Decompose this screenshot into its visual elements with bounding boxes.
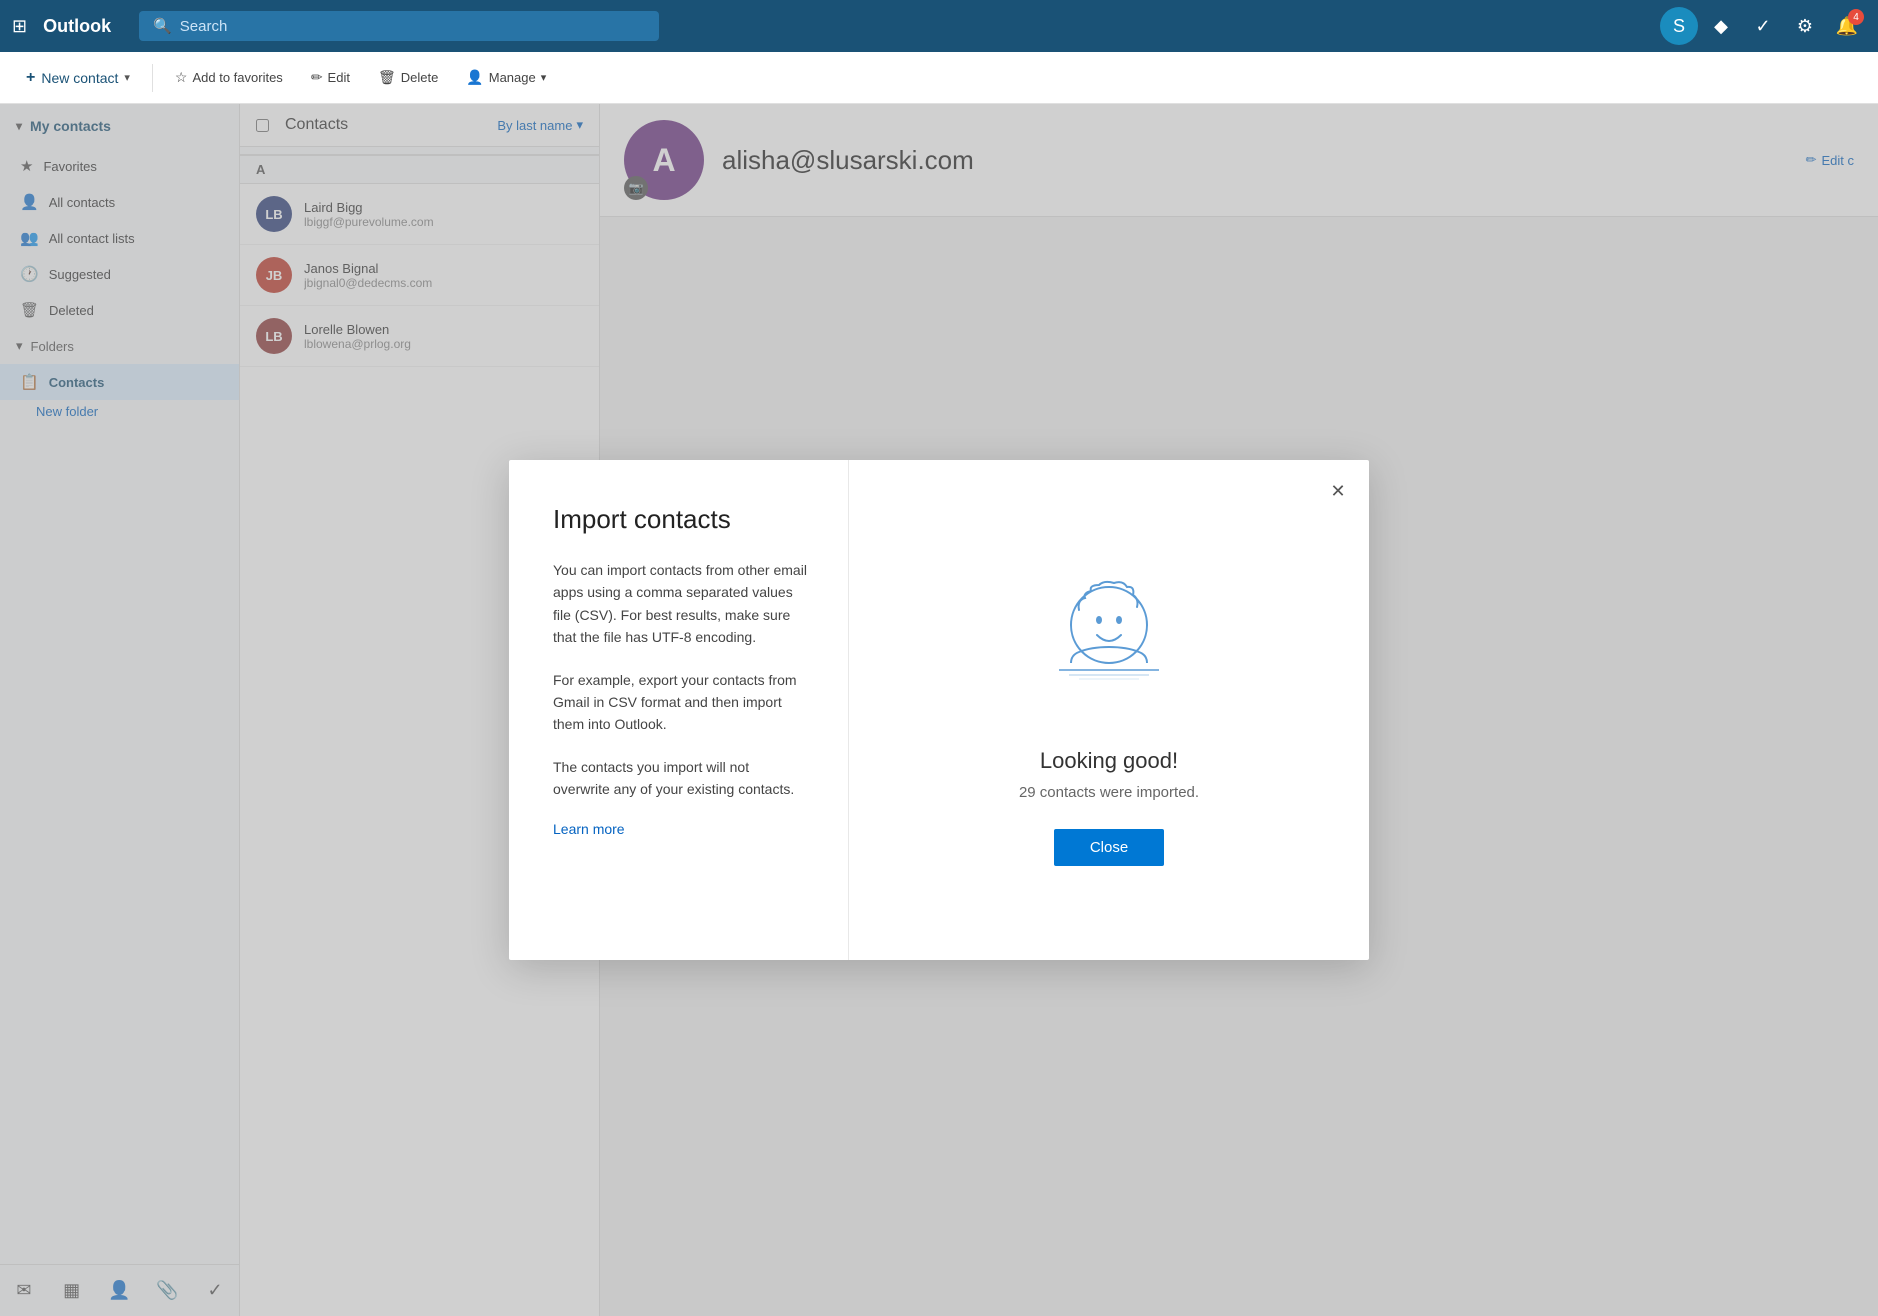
search-icon: 🔍 <box>153 17 172 35</box>
skype-icon-btn[interactable]: S <box>1660 7 1698 45</box>
success-illustration <box>1009 555 1209 720</box>
manage-label: Manage <box>489 70 536 85</box>
topbar: ⊞ Outlook 🔍 S ◆ ✓ ⚙ 🔔 4 <box>0 0 1878 52</box>
close-icon: ✕ <box>1330 481 1345 502</box>
new-contact-button[interactable]: + New contact ▾ <box>16 63 140 93</box>
main-layout: ▾ My contacts ★ Favorites 👤 All contacts… <box>0 104 1878 1316</box>
plus-icon: + <box>26 69 35 87</box>
import-contacts-modal: ✕ Import contacts You can import contact… <box>509 460 1369 960</box>
modal-right-panel: Looking good! 29 contacts were imported.… <box>849 460 1369 960</box>
edit-icon: ✏ <box>311 69 323 86</box>
star-icon: ☆ <box>175 69 188 86</box>
notification-badge: 4 <box>1848 9 1864 25</box>
search-input[interactable] <box>180 18 620 35</box>
checkmark-icon-btn[interactable]: ✓ <box>1744 7 1782 45</box>
trash-icon: 🗑 <box>378 69 396 86</box>
modal-title: Import contacts <box>553 504 808 535</box>
topbar-icons: S ◆ ✓ ⚙ 🔔 4 <box>1660 7 1866 45</box>
modal-close-button[interactable]: ✕ <box>1323 476 1353 506</box>
delete-button[interactable]: 🗑 Delete <box>368 64 448 91</box>
modal-body-1: You can import contacts from other email… <box>553 559 808 649</box>
diamond-icon-btn[interactable]: ◆ <box>1702 7 1740 45</box>
modal-body-3: The contacts you import will not overwri… <box>553 756 808 801</box>
add-favorites-label: Add to favorites <box>192 70 282 85</box>
manage-icon: 👤 <box>466 69 483 86</box>
success-subtitle: 29 contacts were imported. <box>1019 784 1199 801</box>
actionbar: + New contact ▾ ☆ Add to favorites ✏ Edi… <box>0 52 1878 104</box>
notifications-icon-btn[interactable]: 🔔 4 <box>1828 7 1866 45</box>
grid-icon[interactable]: ⊞ <box>12 16 27 37</box>
manage-chevron: ▾ <box>541 71 547 84</box>
settings-icon-btn[interactable]: ⚙ <box>1786 7 1824 45</box>
new-contact-chevron[interactable]: ▾ <box>124 71 130 84</box>
new-contact-label: New contact <box>41 70 118 86</box>
edit-label: Edit <box>328 70 350 85</box>
edit-button[interactable]: ✏ Edit <box>301 64 360 91</box>
add-favorites-button[interactable]: ☆ Add to favorites <box>165 64 293 91</box>
search-bar[interactable]: 🔍 <box>139 11 659 41</box>
success-title: Looking good! <box>1040 748 1178 774</box>
learn-more-link[interactable]: Learn more <box>553 821 625 837</box>
delete-label: Delete <box>401 70 439 85</box>
modal-left-panel: Import contacts You can import contacts … <box>509 460 849 960</box>
modal-body-2: For example, export your contacts from G… <box>553 669 808 736</box>
divider <box>152 64 153 92</box>
close-button[interactable]: Close <box>1054 829 1164 866</box>
modal-backdrop: ✕ Import contacts You can import contact… <box>0 104 1878 1316</box>
app-logo: Outlook <box>43 16 111 37</box>
manage-button[interactable]: 👤 Manage ▾ <box>456 64 556 91</box>
